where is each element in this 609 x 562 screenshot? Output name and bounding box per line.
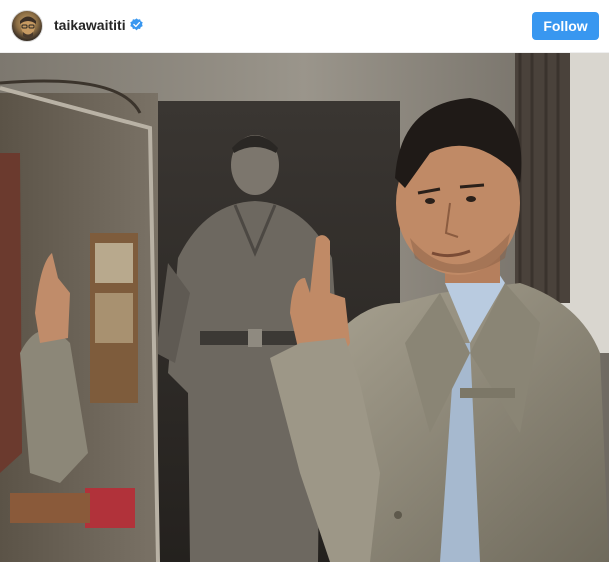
avatar[interactable]	[11, 10, 43, 42]
photo-image	[0, 53, 609, 562]
post-header: taikawaititi Follow	[0, 0, 609, 53]
username-link[interactable]: taikawaititi	[54, 16, 126, 34]
follow-button[interactable]: Follow	[532, 12, 599, 40]
avatar-face-icon	[20, 16, 36, 38]
post-photo[interactable]	[0, 53, 609, 562]
verified-badge-icon	[130, 18, 143, 31]
